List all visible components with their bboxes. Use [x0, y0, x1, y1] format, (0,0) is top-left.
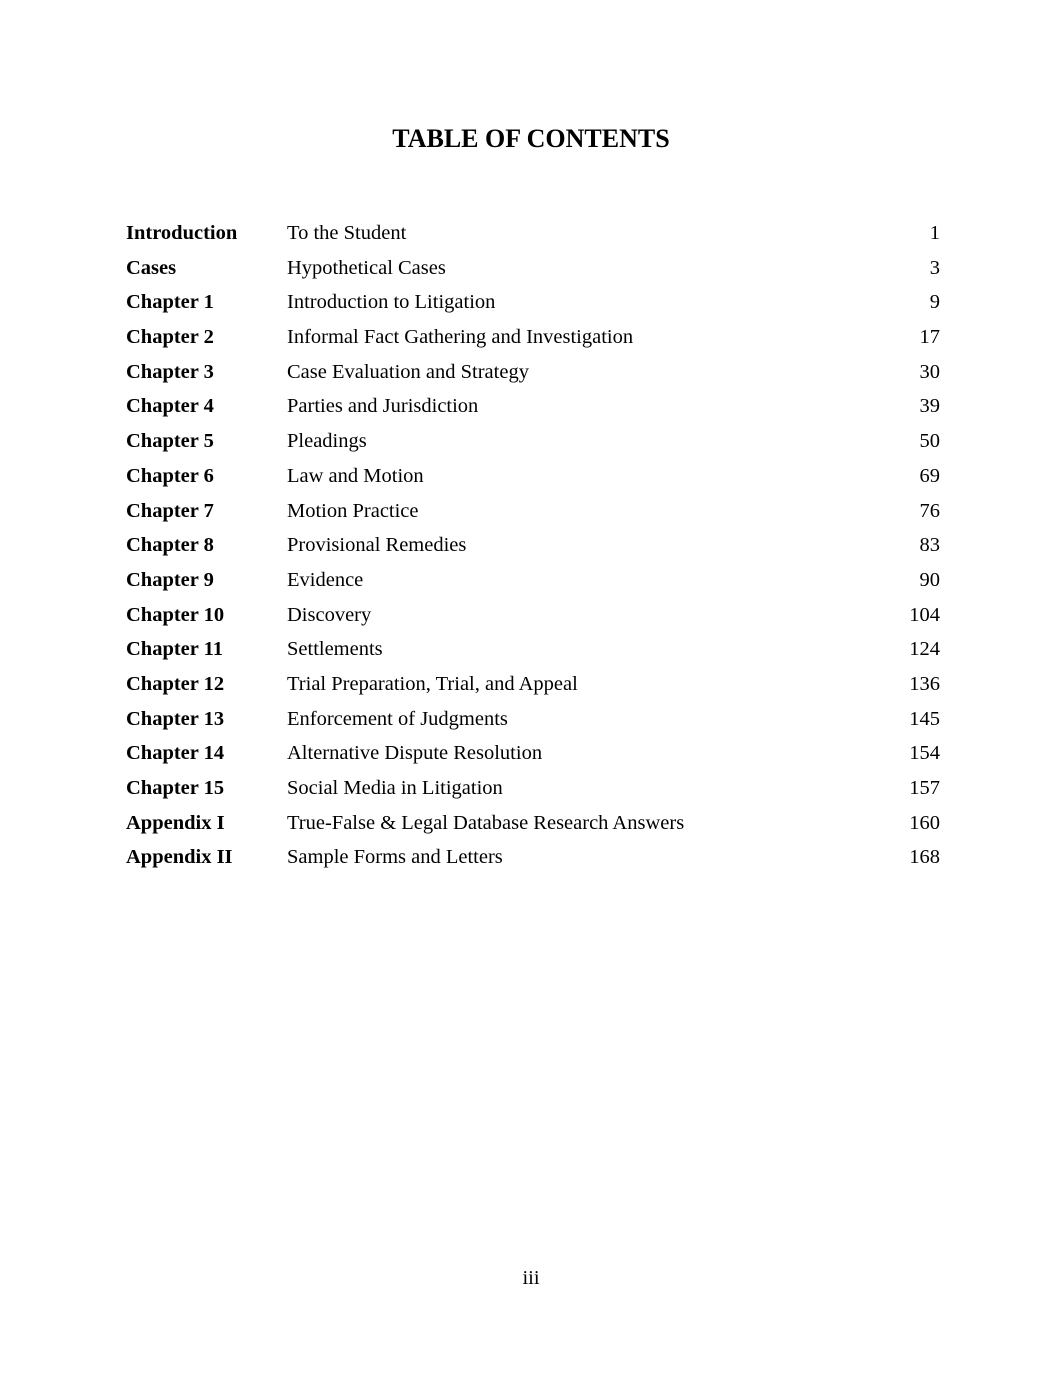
toc-entry-title: Discovery: [287, 603, 372, 626]
toc-entry-label: Chapter 10: [126, 603, 225, 626]
toc-entry-title: Law and Motion: [287, 464, 424, 487]
toc-entry-title: Sample Forms and Letters: [287, 846, 503, 869]
toc-entry-label: Chapter 1: [126, 291, 214, 314]
toc-entry: Chapter 1 Introduction to Litigation 9: [126, 288, 940, 323]
toc-entry: Chapter 4 Parties and Jurisdiction 39: [126, 392, 940, 427]
toc-entry-page: 136: [909, 672, 940, 695]
toc-entry-label: Appendix I: [126, 811, 225, 834]
toc-entry-title: True-False & Legal Database Research Ans…: [287, 811, 685, 834]
toc-entry-title: Introduction to Litigation: [287, 291, 496, 314]
toc-entry: Appendix II Sample Forms and Letters 168: [126, 843, 940, 878]
toc-entry-page: 157: [909, 777, 940, 799]
toc-entry-page: 168: [909, 846, 940, 869]
toc-entry-title: Case Evaluation and Strategy: [287, 360, 529, 383]
toc-entry: Chapter 7 Motion Practice 76: [126, 497, 940, 532]
toc-entry-label: Chapter 7: [126, 499, 214, 522]
toc-entry-title: Trial Preparation, Trial, and Appeal: [287, 672, 578, 695]
toc-entry-page: 154: [909, 742, 940, 765]
toc-entry-title: Social Media in Litigation: [287, 777, 503, 799]
toc-entry: Chapter 5 Pleadings 50: [126, 427, 940, 462]
toc-entry-label: Chapter 14: [126, 742, 225, 765]
toc-entry-page: 30: [919, 360, 941, 383]
toc-entry-title: Provisional Remedies: [287, 534, 467, 557]
toc-entry-title: To the Student: [287, 222, 407, 244]
toc-entry-title: Evidence: [287, 568, 364, 591]
toc-entry: Chapter 3 Case Evaluation and Strategy 30: [126, 358, 940, 393]
page-title: TABLE OF CONTENTS: [392, 124, 670, 153]
toc-entry-title: Alternative Dispute Resolution: [287, 742, 543, 765]
toc-entry-page: 90: [919, 568, 941, 591]
toc-entry-title: Motion Practice: [287, 499, 419, 522]
toc-entry-label: Chapter 8: [126, 534, 214, 557]
toc-list: Introduction To the Student 1 Cases Hypothet…: [126, 219, 940, 878]
toc-entry-label: Chapter 15: [126, 777, 225, 799]
toc-entry: Chapter 10 Discovery 104: [126, 601, 940, 636]
toc-entry: Chapter 11 Settlements 124: [126, 635, 940, 670]
toc-entry-title: Parties and Jurisdiction: [287, 395, 479, 418]
toc-entry-label: Introduction: [126, 222, 238, 244]
toc-entry-page: 83: [919, 534, 941, 557]
toc-entry-page: 3: [929, 256, 940, 279]
toc-entry-label: Chapter 5: [126, 430, 214, 453]
toc-entry: Chapter 8 Provisional Remedies 83: [126, 531, 940, 566]
toc-entry-label: Cases: [126, 256, 177, 279]
toc-entry: Chapter 14 Alternative Dispute Resolution…: [126, 739, 940, 774]
toc-entry-label: Chapter 3: [126, 360, 214, 383]
toc-entry: Chapter 2 Informal Fact Gathering and Inv…: [126, 323, 940, 358]
toc-entry-title: Enforcement of Judgments: [287, 707, 508, 730]
toc-entry: Chapter 15 Social Media in Litigation 157: [126, 774, 940, 809]
toc-entry-page: 17: [919, 326, 941, 349]
toc-entry: Chapter 12 Trial Preparation, Trial, and …: [126, 670, 940, 705]
toc-entry-page: 76: [919, 499, 941, 522]
toc-entry: Chapter 9 Evidence 90: [126, 566, 940, 601]
toc-entry-page: 9: [929, 291, 940, 314]
toc-entry-label: Chapter 2: [126, 326, 214, 349]
toc-entry-page: 145: [909, 707, 940, 730]
toc-entry-label: Appendix II: [126, 846, 233, 869]
toc-entry: Introduction To the Student 1: [126, 219, 940, 254]
toc-entry-page: 104: [909, 603, 940, 626]
toc-entry-label: Chapter 13: [126, 707, 225, 730]
toc-entry-title: Pleadings: [287, 430, 367, 453]
toc-entry-page: 50: [919, 430, 941, 453]
toc-entry-page: 69: [919, 464, 941, 487]
toc-entry-page: 1: [929, 222, 940, 244]
toc-entry: Chapter 13 Enforcement of Judgments 145: [126, 705, 940, 740]
toc-entry: Chapter 6 Law and Motion 69: [126, 462, 940, 497]
toc-entry-label: Chapter 9: [126, 568, 214, 591]
toc-entry-label: Chapter 6: [126, 464, 214, 487]
toc-entry-title: Informal Fact Gathering and Investigatio…: [287, 326, 634, 349]
toc-entry-page: 39: [919, 395, 941, 418]
toc-entry-label: Chapter 11: [126, 638, 224, 661]
toc-entry-label: Chapter 12: [126, 672, 225, 695]
page-number: iii: [522, 1267, 540, 1289]
toc-entry: Appendix I True-False & Legal Database Re…: [126, 809, 940, 844]
toc-entry-page: 160: [909, 811, 940, 834]
toc-entry-title: Hypothetical Cases: [287, 256, 446, 279]
toc-entry-label: Chapter 4: [126, 395, 214, 418]
toc-entry: Cases Hypothetical Cases 3: [126, 254, 940, 289]
toc-entry-title: Settlements: [287, 638, 383, 661]
toc-entry-page: 124: [909, 638, 940, 661]
